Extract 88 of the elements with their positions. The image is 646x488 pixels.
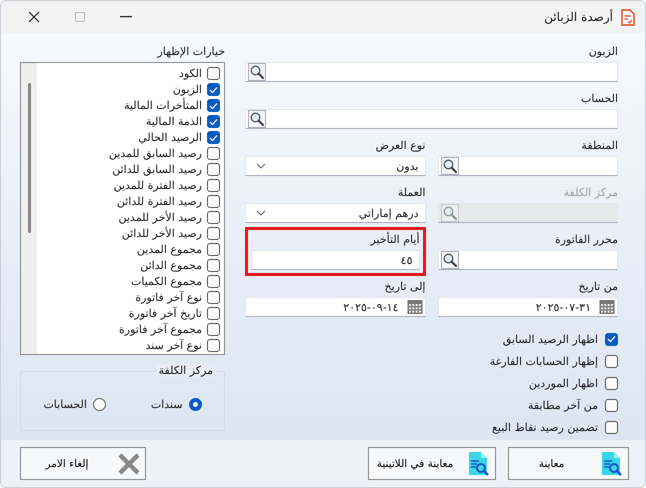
date-field[interactable]: ٢٠٢٥-٠٩-١٤ [245, 297, 426, 317]
checkbox[interactable] [207, 163, 220, 176]
checkbox[interactable] [605, 354, 618, 368]
calendar-icon[interactable] [406, 299, 422, 315]
list-item-label: نوع آخر فاتورة [135, 291, 202, 304]
list-item-label: الرصيد الحالي [138, 131, 202, 144]
checkbox[interactable] [207, 275, 220, 288]
calendar-icon[interactable] [599, 299, 615, 315]
checkbox[interactable] [207, 227, 220, 240]
checkbox[interactable] [207, 291, 220, 304]
field-label: إلى تاريخ [384, 280, 426, 294]
lookup-field[interactable] [245, 62, 618, 82]
radio-label: الحسابات [43, 398, 87, 410]
lookup-field[interactable] [438, 156, 618, 176]
checkbox[interactable] [207, 115, 220, 128]
list-item-label: رصيد الأخر للدائن [122, 227, 202, 240]
checkbox[interactable] [207, 179, 220, 192]
list-item-label: الزبون [172, 83, 202, 96]
chevron-icon [256, 163, 266, 169]
document-icon [621, 8, 635, 26]
checkbox[interactable] [605, 398, 618, 412]
close-icon[interactable] [28, 11, 40, 23]
option-label: اظهار الموردين [528, 376, 598, 390]
option-label: اظهار الرصيد السابق [502, 332, 598, 346]
list-item-label: الكود [178, 67, 202, 80]
minimize-icon[interactable] [120, 16, 132, 18]
search-button[interactable] [248, 110, 266, 128]
checkbox[interactable] [207, 259, 220, 272]
list-item-label: نوع آخر سند [145, 339, 202, 352]
group-title: مركز الكلفة [156, 364, 216, 377]
list-item-label: المتأخرات المالية [124, 99, 202, 112]
checkbox[interactable] [207, 339, 220, 352]
list-item-label: تاريخ آخر فاتورة [128, 307, 202, 320]
checkbox[interactable] [207, 323, 220, 336]
checkbox[interactable] [605, 420, 618, 434]
radio-button[interactable] [188, 398, 202, 410]
list-title: خيارات الإظهار [156, 45, 225, 59]
checkbox[interactable] [207, 147, 220, 160]
radio-label: سندات [150, 398, 183, 410]
field-label: الحساب [580, 92, 618, 106]
search-button[interactable] [248, 63, 266, 81]
cancel-button[interactable]: إلغاء الامر [20, 447, 146, 480]
search-button[interactable] [440, 251, 458, 269]
checkbox[interactable] [207, 131, 220, 144]
lookup-field[interactable] [438, 250, 618, 270]
field-label: مركز الكلفة [562, 186, 618, 200]
checkbox[interactable] [605, 376, 618, 390]
option-label: إظهار الحسابات الفارغة [490, 354, 598, 368]
checkbox[interactable] [207, 67, 220, 80]
field-label: العملة [396, 186, 426, 200]
list-item-label: الذمة المالية [146, 115, 202, 128]
dropdown[interactable]: درهم إماراتي [245, 203, 426, 223]
close-icon [117, 452, 141, 476]
chevron-icon [256, 210, 266, 216]
checkbox[interactable] [605, 332, 618, 346]
field-label: الزبون [588, 45, 618, 59]
window-title: أرصدة الزبائن [543, 10, 613, 24]
preview-button[interactable]: معاينة [508, 447, 629, 480]
checkbox[interactable] [207, 243, 220, 256]
dropdown[interactable]: بدون [245, 156, 426, 176]
list-item-label: رصيد السابق للدائن [112, 163, 202, 176]
checkbox[interactable] [207, 99, 220, 112]
date-field[interactable]: ٢٠٢٥-٠٧-٣١ [438, 297, 618, 317]
list-item-label: مجموع الكميات [131, 275, 202, 288]
field-label: المنطقة [580, 139, 618, 153]
field-label: أيام التأخير [369, 233, 420, 247]
field-label: نوع العرض [374, 139, 426, 153]
preview-button[interactable]: معاينة في اللاتينية [368, 447, 496, 480]
list-item-label: رصيد السابق للمدين [108, 147, 202, 160]
list-item-label: مجموع المدين [136, 243, 202, 256]
lookup-field[interactable] [245, 109, 618, 129]
list-item-label: رصيد الفترة للدائن [116, 195, 202, 208]
field-label: محرر الفاتورة [554, 233, 618, 247]
scrollbar[interactable] [21, 63, 37, 354]
radio-button[interactable] [92, 398, 106, 410]
search-button[interactable] [440, 157, 458, 175]
option-label: من آخر مطابقة [528, 398, 598, 412]
checkbox[interactable] [207, 83, 220, 96]
field-label: من تاريخ [577, 280, 618, 294]
checkbox[interactable] [207, 195, 220, 208]
checkbox[interactable] [207, 211, 220, 224]
list-item-label: مجموع الدائن [140, 259, 202, 272]
input-field[interactable]: ٤٥ [251, 250, 420, 270]
list-item-label: مجموع آخر فاتورة [119, 323, 202, 336]
list-item-label: رصيد الأخر للمدين [118, 211, 202, 224]
checkbox[interactable] [207, 307, 220, 320]
option-label: تضمين رصيد نقاط البيع [492, 420, 598, 434]
list-item-label: رصيد الفترة للمدين [114, 179, 202, 192]
